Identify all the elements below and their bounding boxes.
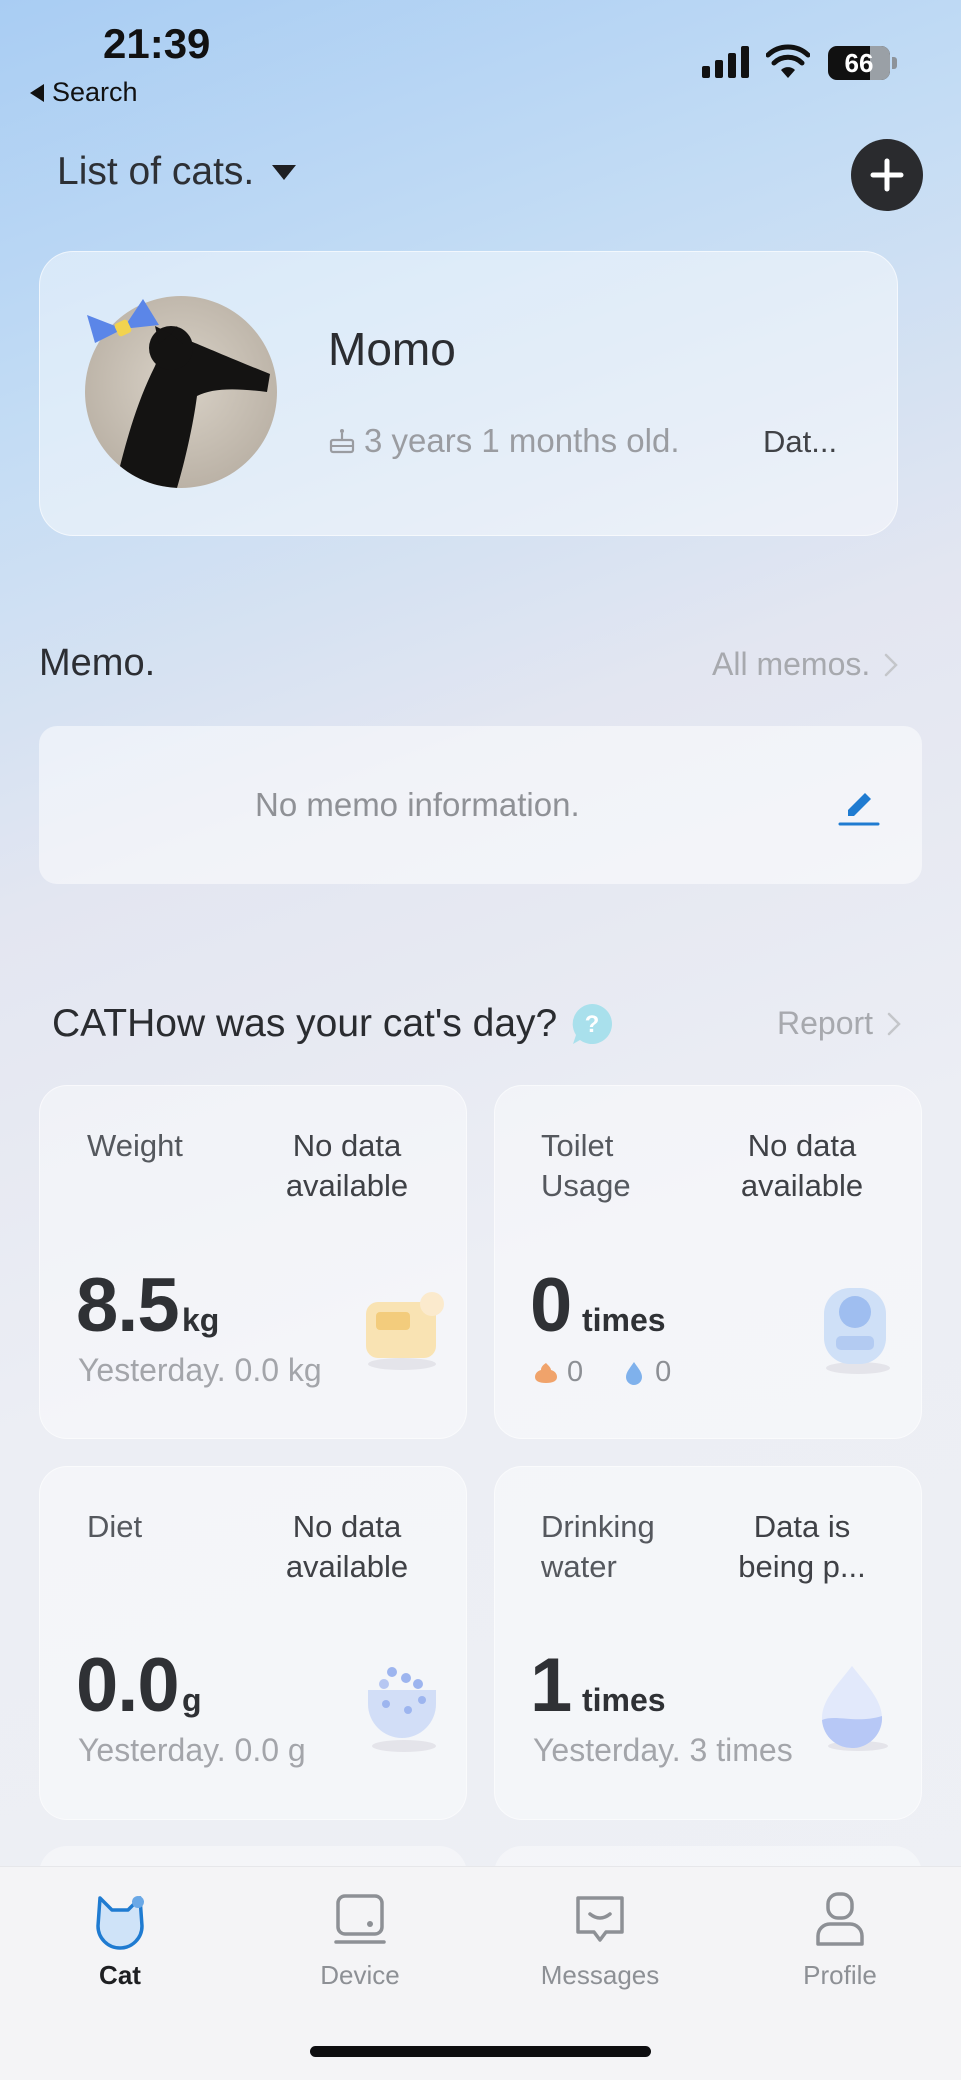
tab-profile-label: Profile [803,1960,877,1990]
tab-messages[interactable]: Messages [520,1888,680,1991]
edit-pencil-icon[interactable] [838,786,880,828]
profile-icon [816,1892,864,1946]
plus-icon [870,158,904,192]
daily-section-title: CATHow was your cat's day? ? [52,1000,617,1048]
svg-text:?: ? [585,1011,600,1038]
chevron-right-icon [887,1012,901,1035]
weight-yesterday: Yesterday. 0.0 kg [78,1352,322,1388]
cat-list-title: List of cats. [57,150,255,193]
diet-unit: g [182,1682,202,1718]
back-arrow-icon [30,83,44,102]
birthday-cake-icon [329,429,355,454]
cat-list-dropdown[interactable]: List of cats. [57,150,297,194]
device-icon [334,1894,386,1944]
water-unit: times [582,1682,666,1718]
all-memos-label: All memos. [712,646,871,682]
back-to-search-link[interactable]: Search [30,77,138,108]
battery-level: 66 [844,48,874,78]
tab-cat-label: Cat [99,1960,141,1990]
daily-title-text: CATHow was your cat's day? [52,1002,558,1045]
cellular-signal-icon [702,46,749,78]
toilet-breakdown: 0 0 [533,1356,671,1389]
urine-count: 0 [655,1356,672,1388]
water-yesterday: Yesterday. 3 times [533,1732,793,1768]
weight-label: Weight [87,1128,183,1163]
bow-decoration-icon [87,299,159,343]
cat-icon [96,1896,144,1950]
report-link[interactable]: Report [777,1005,901,1042]
messages-icon [576,1896,624,1942]
tab-device-label: Device [320,1960,400,1990]
tab-device[interactable]: Device [280,1888,440,1991]
tab-messages-label: Messages [540,1960,660,1990]
urine-drop-icon [626,1361,643,1385]
report-label: Report [777,1005,874,1041]
cat-name: Momo [328,323,456,375]
weight-unit: kg [182,1302,220,1338]
battery-icon: 66 [828,46,898,80]
weight-value: 8.5 [76,1263,180,1348]
diet-yesterday: Yesterday. 0.0 g [78,1732,306,1768]
back-label: Search [52,77,138,107]
tab-profile[interactable]: Profile [760,1888,920,1991]
add-cat-button[interactable] [851,139,923,211]
poop-icon [535,1362,557,1383]
diet-status: No data available [285,1509,409,1584]
cat-age: 3 years 1 months old. [364,422,680,459]
weight-status: No data available [285,1128,409,1203]
cat-data-link[interactable]: Dat... [763,424,837,460]
water-label: Drinking water [541,1509,655,1584]
poop-count: 0 [567,1356,584,1388]
memo-section-title: Memo. [39,642,156,684]
diet-value: 0.0 [76,1643,180,1728]
help-bubble-icon[interactable]: ? [567,1000,617,1048]
tab-cat[interactable]: Cat [40,1888,200,1991]
memo-empty-text: No memo information. [255,786,580,823]
water-drop-icon [822,1666,888,1751]
water-value: 1 [530,1643,572,1728]
chevron-right-icon [885,653,899,676]
toilet-value: 0 [530,1263,572,1348]
home-indicator[interactable] [310,2046,651,2057]
water-status: Data is being p... [738,1509,866,1584]
toilet-unit: times [582,1302,666,1338]
caret-down-icon [272,164,297,180]
all-memos-link[interactable]: All memos. [712,646,899,683]
scale-icon [366,1292,444,1370]
status-time: 21:39 [103,20,211,67]
food-bowl-icon [368,1667,436,1752]
diet-label: Diet [87,1509,143,1544]
toilet-label: Toilet Usage [541,1128,631,1203]
litter-box-icon [824,1288,890,1374]
toilet-status: No data available [740,1128,864,1203]
cat-age-row: 3 years 1 months old. [328,422,680,460]
wifi-icon [766,44,810,78]
